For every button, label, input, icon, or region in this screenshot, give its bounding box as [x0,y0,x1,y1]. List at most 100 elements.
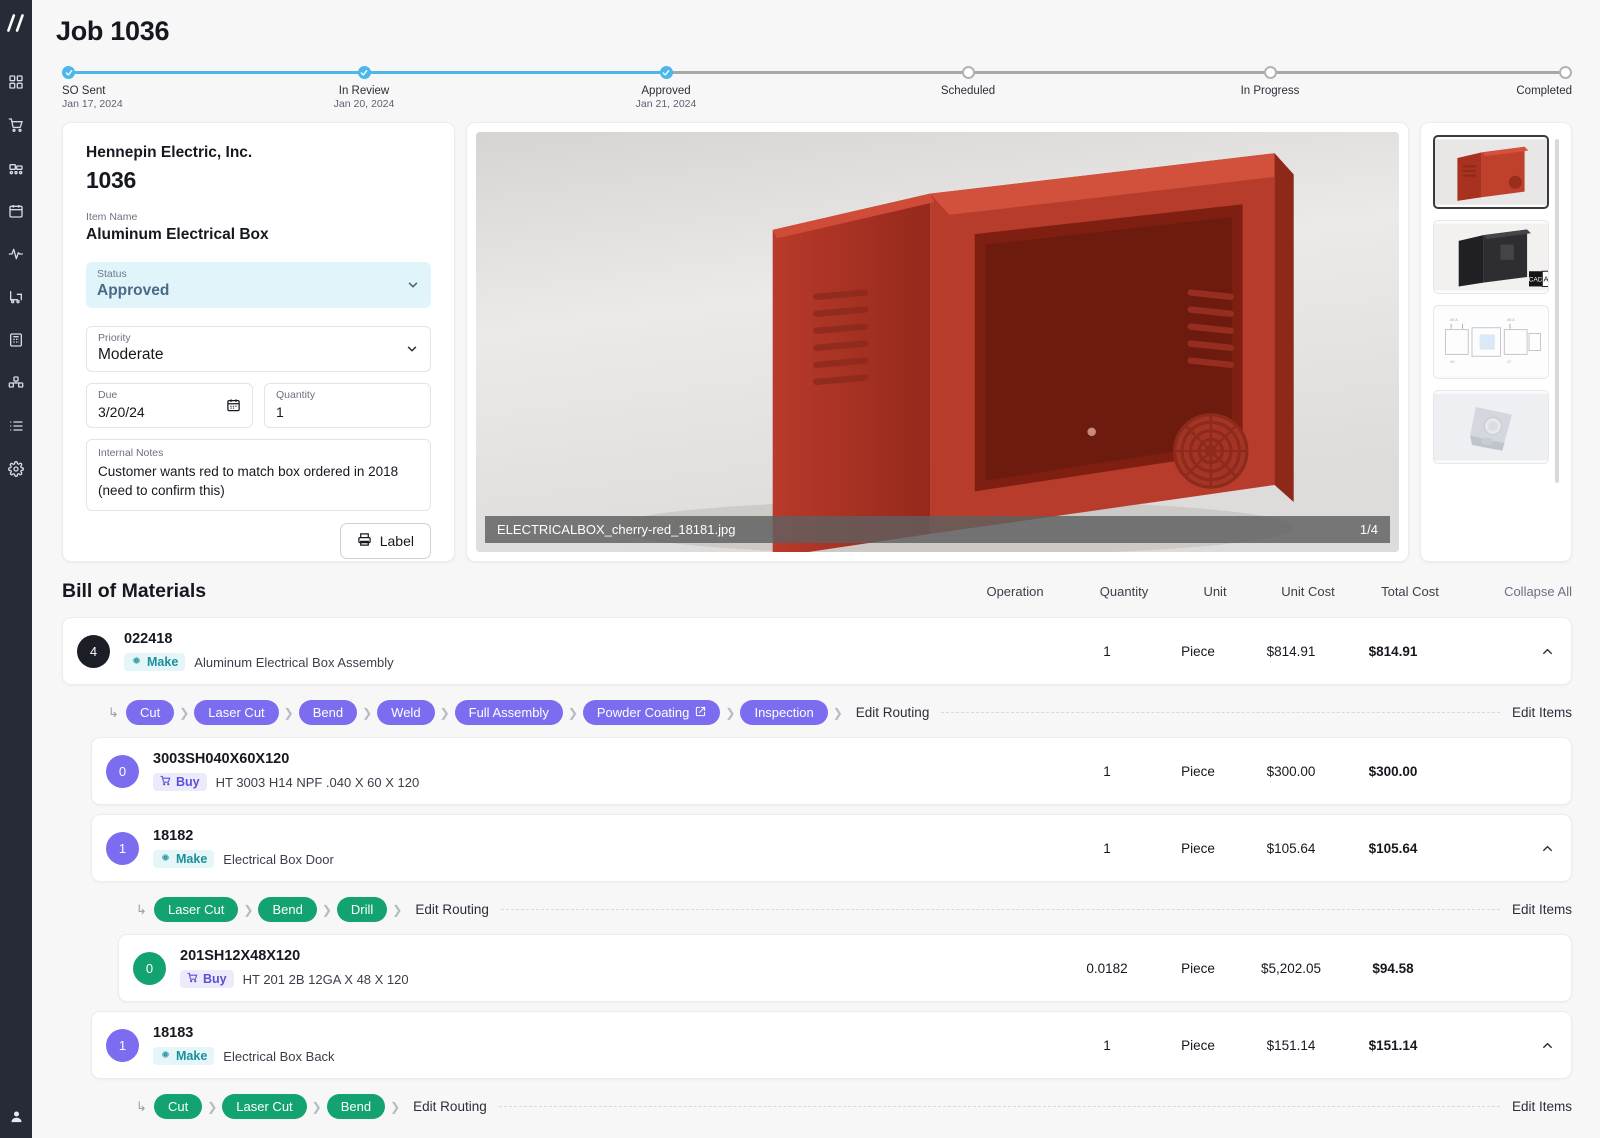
due-value: 3/20/24 [98,403,145,420]
edit-routing-button[interactable]: Edit Routing [413,1099,487,1114]
image-viewer-stage[interactable]: ELECTRICALBOX_cherry-red_18181.jpg 1/4 [476,132,1399,552]
sidebar-item-shipping[interactable] [4,285,28,309]
bom-title: Bill of Materials [62,580,207,602]
internal-notes-field[interactable]: Internal Notes Customer wants red to mat… [86,438,431,511]
routing-chip[interactable]: Full Assembly [454,700,563,725]
cell-unit: Piece [1181,1037,1215,1053]
buy-badge: Buy [153,773,207,791]
stepper-dot [1263,66,1277,79]
sidebar-item-inventory[interactable] [4,371,28,395]
thumb-cad-black[interactable]: CADA [1433,220,1549,294]
sidebar-item-estimating[interactable] [4,328,28,352]
quantity-field[interactable]: Quantity 1 [264,383,431,428]
customer-name: Hennepin Electric, Inc. [86,144,253,161]
part-description: HT 3003 H14 NPF .040 X 60 X 120 [215,774,420,790]
stepper-label: In Progress [1240,85,1300,97]
calendar-icon[interactable] [226,398,241,413]
part-number: 18183 [153,1025,194,1041]
cell-quantity: 1 [1103,643,1111,659]
routing-divider [500,909,1500,910]
stepper-label: SO Sent [62,85,106,97]
table-row[interactable]: 0 3003SH040X60X120 Buy HT 3003 H14 NPF .040… [91,737,1572,805]
stepper-label: Completed [1516,85,1572,97]
bom-body: 4 022418 Make Aluminum Electrical Box Assem… [62,617,1572,1131]
thumb-red-box[interactable] [1433,135,1549,209]
make-badge: Make [153,1047,215,1065]
table-row[interactable]: 1 18182 Make Electrical Box Door 1 Piece $105.… [91,814,1572,882]
sidebar-item-dashboard[interactable] [4,70,28,94]
routing-chip[interactable]: Inspection [740,700,828,725]
row-main: 3003SH040X60X120 Buy HT 3003 H14 NPF .040 … [153,751,939,791]
due-date-field[interactable]: Due 3/20/24 [86,383,253,428]
thumb-bracket[interactable] [1433,390,1549,464]
routing-chip[interactable]: Cut [126,700,175,725]
routing-separator-icon: ❯ [567,705,578,720]
cell-unit-cost: $300.00 [1266,763,1316,779]
routing-strip: ↳ Cut ❯ Laser Cut ❯ Bend ❯ Weld ❯ Full Assembly ❯ P… [108,694,1572,737]
chevron-up-icon[interactable] [1443,644,1555,659]
slash-logo[interactable] [3,10,29,36]
sidebar-item-settings[interactable] [4,457,28,481]
priority-select[interactable]: Priority Moderate [86,326,431,372]
edit-items-button[interactable]: Edit Items [1512,1099,1572,1114]
image-counter: 1/4 [1359,522,1378,537]
quantity-label: Quantity [276,389,316,401]
routing-chip[interactable]: Bend [326,1094,386,1119]
edit-routing-button[interactable]: Edit Routing [856,705,930,720]
table-row[interactable]: 1 18183 Make Electrical Box Back 1 Piece $151.… [91,1011,1572,1079]
chevron-up-icon[interactable] [1443,841,1555,856]
svg-text:.88 A: .88 A [1449,318,1458,322]
status-label: Status [97,267,127,280]
cell-total-cost: $94.58 [1372,960,1414,976]
routing-chip[interactable]: Drill [336,897,388,922]
buy-badge: Buy [180,970,234,988]
thumb-flat-drawing[interactable]: .88 A .88 A .40 .27 [1433,305,1549,379]
stepper-label: Approved [641,85,691,97]
routing-branch-icon: ↳ [136,1098,147,1114]
sidebar-item-analytics[interactable] [4,242,28,266]
thumbnail-scrollbar[interactable] [1555,139,1559,483]
image-caption-bar: ELECTRICALBOX_cherry-red_18181.jpg 1/4 [485,516,1390,543]
internal-notes-value: Customer wants red to match box ordered … [98,463,399,498]
edit-items-button[interactable]: Edit Items [1512,902,1572,917]
routing-chip[interactable]: Bend [258,897,317,922]
routing-chip[interactable]: Laser Cut [222,1094,307,1119]
routing-chip[interactable]: Laser Cut [194,700,279,725]
routing-chip[interactable]: Bend [298,700,358,725]
status-select[interactable]: Status Approved [86,262,431,308]
part-description: Aluminum Electrical Box Assembly [194,654,394,670]
sidebar-item-orders[interactable] [4,113,28,137]
main-content: Job 1036 SO Sent Jan 17, 2024 In Review Jan… [32,0,1600,1138]
job-number: 1036 [86,167,136,193]
routing-divider [498,1106,1500,1107]
routing-strip: ↳ Cut ❯ Laser Cut ❯ Bend ❯ Edit Routing Edit Ite… [136,1088,1572,1131]
part-number: 18182 [153,828,194,844]
routing-separator-icon: ❯ [311,1099,322,1114]
sidebar-item-schedule[interactable] [4,199,28,223]
stepper-dot [659,66,673,79]
level-badge: 0 [133,951,166,985]
svg-text:.40: .40 [1449,360,1454,364]
collapse-all-button[interactable]: Collapse All [1460,584,1572,599]
stepper-dot [1559,66,1572,79]
top-cards: Hennepin Electric, Inc. 1036 Item Name A… [32,112,1600,562]
routing-separator-icon: ❯ [283,705,294,720]
edit-routing-button[interactable]: Edit Routing [415,902,489,917]
edit-items-button[interactable]: Edit Items [1512,705,1572,720]
sidebar-item-lists[interactable] [4,414,28,438]
table-row[interactable]: 0 201SH12X48X120 Buy HT 201 2B 12GA X 48 X … [118,934,1572,1002]
sidebar-item-production[interactable] [4,156,28,180]
chevron-up-icon[interactable] [1443,1038,1555,1053]
print-label-button[interactable]: Label [339,522,431,559]
routing-chip[interactable]: Cut [154,1094,203,1119]
routing-separator-icon: ❯ [725,705,736,720]
cell-total-cost: $814.91 [1368,643,1418,659]
col-unit: Unit [1203,584,1227,599]
part-description: Electrical Box Door [223,851,334,867]
routing-chip[interactable]: Weld [377,700,435,725]
stepper-dot [961,66,975,79]
routing-chip[interactable]: Powder Coating [582,700,721,725]
table-row[interactable]: 4 022418 Make Aluminum Electrical Box Assem… [62,617,1572,685]
routing-chip[interactable]: Laser Cut [154,897,239,922]
user-icon[interactable] [4,1104,28,1128]
